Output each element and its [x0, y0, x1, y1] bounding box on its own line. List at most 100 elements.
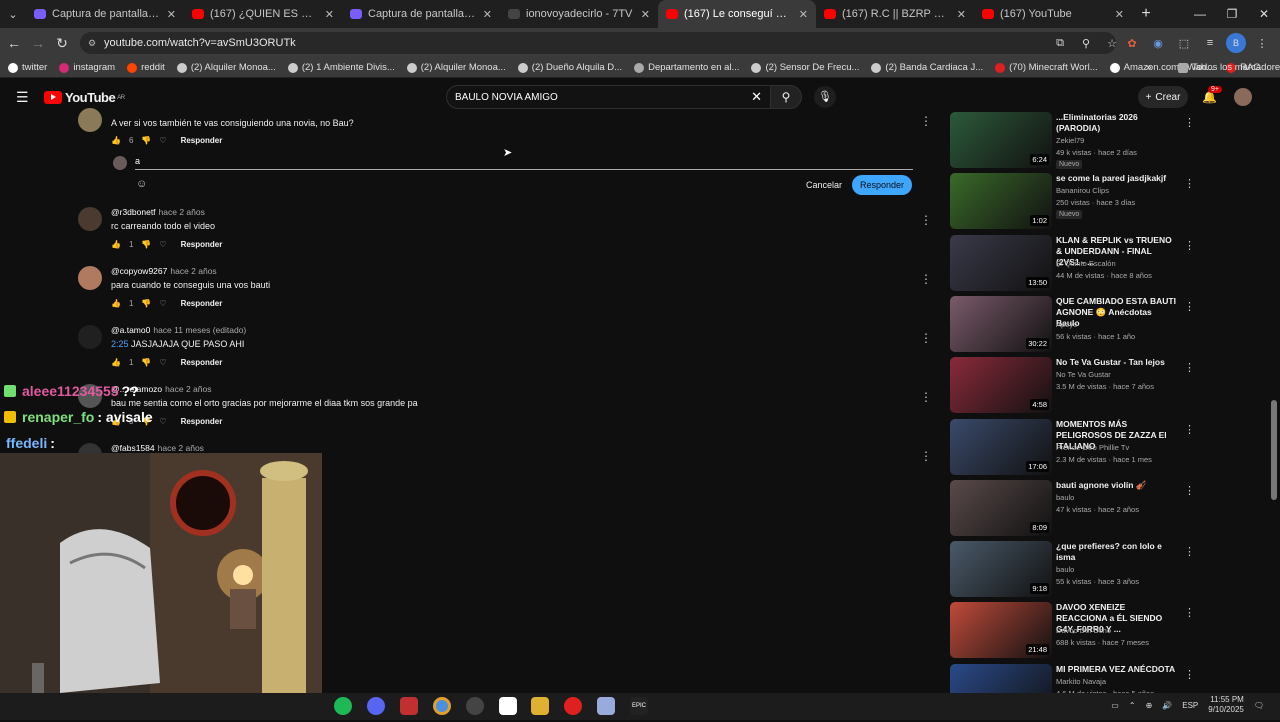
obs-icon[interactable] — [466, 697, 484, 715]
video-menu-icon[interactable]: ⋮ — [1184, 116, 1195, 129]
zoom-icon[interactable]: ⚲ — [1076, 33, 1096, 53]
reload-icon[interactable]: ↻ — [50, 35, 74, 52]
like-icon[interactable]: 👍 — [111, 136, 121, 145]
browser-tab[interactable]: (167) R.C || BZRP Music Session ✕ — [816, 0, 974, 28]
url-bar[interactable]: ⚙ youtube.com/watch?v=avSmU3ORUTk — [80, 32, 1116, 54]
browser-tab[interactable]: (167) Le conseguí NOVIA a mi a ✕ — [658, 0, 816, 28]
app-icon[interactable] — [400, 697, 418, 715]
video-thumbnail[interactable]: 8:09 — [950, 479, 1052, 536]
recommended-video[interactable]: 4:58 No Te Va Gustar - Tan lejos No Te V… — [950, 357, 1195, 415]
search-button[interactable]: ⚲ — [770, 85, 802, 109]
bookmark-item[interactable]: (2) Dueño Alquila D... — [517, 62, 622, 73]
channel-name[interactable]: Davoo Del Ocho — [1056, 626, 1111, 635]
comment-menu-icon[interactable]: ⋮ — [920, 331, 932, 345]
bookmark-item[interactable]: Departamento en al... — [634, 62, 739, 73]
close-tab-icon[interactable]: ✕ — [1115, 8, 1124, 21]
recommended-video[interactable]: 8:09 bauti agnone violín 🎻 baulo 47 k vi… — [950, 479, 1195, 538]
extension-icon[interactable]: ✿ — [1122, 33, 1142, 53]
video-menu-icon[interactable]: ⋮ — [1184, 177, 1195, 190]
bookmark-item[interactable]: reddit — [127, 62, 165, 73]
bookmark-item[interactable]: (2) Alquiler Monoa... — [406, 62, 506, 73]
hamburger-menu-icon[interactable]: ☰ — [16, 89, 29, 106]
chrome-icon[interactable] — [433, 697, 451, 715]
app-icon-2[interactable] — [597, 697, 615, 715]
dislike-icon[interactable]: 👎 — [141, 240, 151, 249]
recommended-video[interactable]: 21:48 DAVOO XENEIZE REACCIONA a ÉL SIEND… — [950, 602, 1195, 660]
video-thumbnail[interactable]: 17:06 — [950, 418, 1052, 475]
language-indicator[interactable]: ESP — [1182, 701, 1198, 710]
recommended-video[interactable]: 13:50 KLAN & REPLIK vs TRUENO & UNDERDAN… — [950, 234, 1195, 293]
recommended-video[interactable]: 9:18 ¿que prefieres? con lolo e isma bau… — [950, 541, 1195, 599]
video-thumbnail[interactable]: 6:24 — [950, 112, 1052, 168]
video-thumbnail[interactable]: 9:18 — [950, 541, 1052, 598]
channel-name[interactable]: No Te Va Gustar — [1056, 370, 1111, 379]
tab-search-menu[interactable]: ⌄ — [0, 8, 26, 21]
video-menu-icon[interactable]: ⋮ — [1184, 668, 1195, 681]
comment-menu-icon[interactable]: ⋮ — [920, 114, 932, 128]
browser-tab[interactable]: Captura de pantalla por Lightsh ✕ — [26, 0, 184, 28]
comment-menu-icon[interactable]: ⋮ — [920, 449, 932, 463]
like-icon[interactable]: 👍 — [111, 299, 121, 308]
star-icon[interactable]: ☆ — [1102, 33, 1122, 53]
close-window-icon[interactable]: ✕ — [1248, 0, 1280, 28]
channel-name[interactable]: Apoyo — [1056, 320, 1077, 329]
clear-search-icon[interactable]: ✕ — [751, 89, 762, 105]
avatar[interactable] — [78, 325, 102, 349]
bookmark-item[interactable]: (2) Sensor De Frecu... — [751, 62, 859, 73]
notifications-icon[interactable]: 🗨 — [1254, 701, 1264, 710]
steam-icon[interactable] — [499, 697, 517, 715]
bookmark-item[interactable]: (2) 1 Ambiente Divis... — [287, 62, 395, 73]
search-input[interactable]: BAULO NOVIA AMIGO ✕ — [446, 85, 771, 109]
extension-icon-2[interactable]: ◉ — [1148, 33, 1168, 53]
site-info-icon[interactable]: ⚙ — [88, 38, 96, 49]
browser-tab[interactable]: (167) ¿QUIEN ES EL IMPOSTOR? ✕ — [184, 0, 342, 28]
heart-icon[interactable]: ♡ — [159, 136, 166, 145]
video-menu-icon[interactable]: ⋮ — [1184, 484, 1195, 497]
like-icon[interactable]: 👍 — [111, 358, 121, 367]
video-thumbnail[interactable]: 4:58 — [950, 357, 1052, 414]
media-icon[interactable]: ≡ — [1200, 33, 1220, 53]
dislike-icon[interactable]: 👎 — [141, 358, 151, 367]
video-menu-icon[interactable]: ⋮ — [1184, 423, 1195, 436]
comment-menu-icon[interactable]: ⋮ — [920, 213, 932, 227]
dislike-icon[interactable]: 👎 — [141, 299, 151, 308]
channel-name[interactable]: Prende Otro Phillie Tv — [1056, 443, 1129, 452]
bookmark-item[interactable]: twitter — [8, 62, 47, 73]
channel-name[interactable]: Markito Navaja — [1056, 677, 1106, 686]
youtube-logo[interactable]: YouTube AR — [44, 90, 125, 105]
video-menu-icon[interactable]: ⋮ — [1184, 361, 1195, 374]
video-menu-icon[interactable]: ⋮ — [1184, 239, 1195, 252]
comment-author[interactable]: @a.tamo0 hace 11 meses (editado) — [111, 325, 246, 335]
bookmark-item[interactable]: instagram — [59, 62, 115, 73]
video-thumbnail[interactable]: 13:50 — [950, 234, 1052, 291]
reply-button[interactable]: Responder — [181, 240, 223, 249]
comment-author[interactable]: @copyow9267 hace 2 años — [111, 266, 217, 276]
install-icon[interactable]: ⧉ — [1050, 33, 1070, 53]
file-explorer-icon[interactable] — [531, 697, 549, 715]
avatar[interactable] — [78, 108, 102, 132]
avatar[interactable] — [78, 266, 102, 290]
channel-name[interactable]: baulo — [1056, 565, 1074, 574]
create-button[interactable]: + Crear — [1138, 86, 1188, 108]
recommended-video[interactable]: 1:02 se come la pared jasdjkakjf Bananir… — [950, 173, 1195, 231]
heart-icon[interactable]: ♡ — [159, 299, 166, 308]
close-tab-icon[interactable]: ✕ — [483, 8, 492, 21]
channel-name[interactable]: Bananirou Clips — [1056, 186, 1109, 195]
volume-icon[interactable]: 🔊 — [1162, 701, 1172, 710]
scrollbar[interactable] — [1271, 400, 1277, 500]
video-title[interactable]: No Te Va Gustar - Tan lejos — [1056, 357, 1176, 368]
browser-tab[interactable]: Captura de pantalla por Lightsh ✕ — [342, 0, 500, 28]
opera-icon[interactable] — [564, 697, 582, 715]
video-menu-icon[interactable]: ⋮ — [1184, 606, 1195, 619]
close-tab-icon[interactable]: ✕ — [799, 8, 808, 21]
like-icon[interactable]: 👍 — [111, 240, 121, 249]
recommended-video[interactable]: 17:06 MOMENTOS MÁS PELIGROSOS DE ZAZZA E… — [950, 418, 1195, 477]
channel-name[interactable]: El Quinto Escalón — [1056, 259, 1116, 268]
new-tab-button[interactable]: + — [1132, 5, 1160, 23]
reply-button[interactable]: Responder — [181, 136, 223, 145]
browser-tab[interactable]: ionovoyadecirlo - 7TV ✕ — [500, 0, 658, 28]
minimize-icon[interactable]: — — [1184, 0, 1216, 28]
clock[interactable]: 11:55 PM 9/10/2025 — [1208, 695, 1244, 715]
bookmark-item[interactable]: (2) Banda Cardiaca J... — [871, 62, 983, 73]
video-thumbnail[interactable]: 1:02 — [950, 173, 1052, 230]
